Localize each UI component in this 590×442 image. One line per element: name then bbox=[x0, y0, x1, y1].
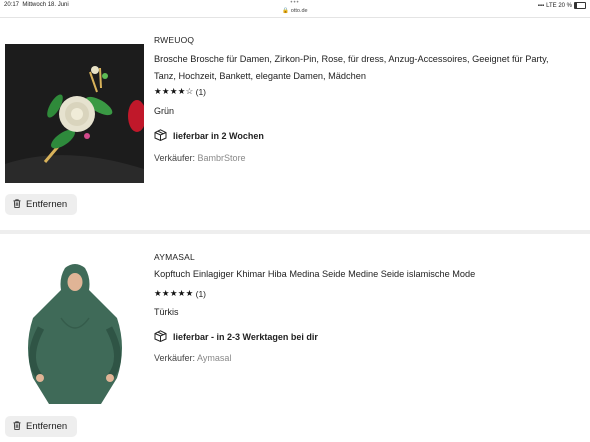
rating-stars: ★★★★☆ bbox=[154, 86, 194, 96]
rating-stars: ★★★★★ bbox=[154, 288, 194, 298]
product-title[interactable]: Brosche Brosche für Damen, Zirkon-Pin, R… bbox=[154, 51, 564, 85]
battery-icon bbox=[574, 2, 586, 9]
product-color: Grün bbox=[154, 106, 175, 116]
remove-label: Entfernen bbox=[26, 421, 68, 432]
review-count: (1) bbox=[195, 86, 206, 97]
remove-button[interactable]: Entfernen bbox=[5, 416, 77, 437]
address-bar[interactable]: 🔒 otto.de bbox=[0, 8, 590, 14]
product-title[interactable]: Kopftuch Einlagiger Khimar Hiba Medina S… bbox=[154, 266, 564, 283]
delivery-text: lieferbar - in 2-3 Werktagen bei dir bbox=[173, 332, 318, 342]
cart-item: AYMASAL Kopftuch Einlagiger Khimar Hiba … bbox=[0, 234, 590, 442]
seller-name[interactable]: Aymasal bbox=[197, 353, 231, 363]
product-color: Türkis bbox=[154, 307, 179, 317]
package-icon bbox=[154, 129, 167, 143]
status-bar: 20:17 Mittwoch 18. Juni ••• 🔒 otto.de ▪▪… bbox=[0, 0, 590, 18]
seller-name[interactable]: BambrStore bbox=[198, 153, 246, 163]
product-image[interactable] bbox=[5, 44, 144, 183]
review-count: (1) bbox=[195, 288, 206, 299]
network-label: LTE 20 % bbox=[546, 2, 572, 9]
trash-icon bbox=[13, 420, 21, 433]
status-indicators: ▪▪▪ LTE 20 % bbox=[538, 2, 586, 9]
seller-info: Verkäufer: Aymasal bbox=[154, 353, 231, 363]
product-brand[interactable]: AYMASAL bbox=[154, 252, 195, 262]
product-brand[interactable]: RWEUOQ bbox=[154, 35, 194, 45]
remove-button[interactable]: Entfernen bbox=[5, 194, 77, 215]
product-rating[interactable]: ★★★★★ (1) bbox=[154, 288, 206, 299]
brooch-image bbox=[5, 44, 144, 183]
remove-label: Entfernen bbox=[26, 199, 68, 210]
product-rating[interactable]: ★★★★☆ (1) bbox=[154, 86, 206, 97]
package-icon bbox=[154, 330, 167, 344]
khimar-image bbox=[5, 258, 144, 406]
seller-label: Verkäufer: bbox=[154, 353, 196, 363]
seller-label: Verkäufer: bbox=[154, 153, 196, 163]
seller-info: Verkäufer: BambrStore bbox=[154, 153, 246, 163]
delivery-info: lieferbar in 2 Wochen bbox=[154, 129, 264, 143]
signal-icon: ▪▪▪ bbox=[537, 2, 545, 9]
multitask-dots[interactable]: ••• bbox=[0, 0, 590, 6]
delivery-text: lieferbar in 2 Wochen bbox=[173, 131, 264, 141]
cart-item: RWEUOQ Brosche Brosche für Damen, Zirkon… bbox=[0, 18, 590, 230]
product-image[interactable] bbox=[5, 258, 144, 406]
trash-icon bbox=[13, 198, 21, 211]
delivery-info: lieferbar - in 2-3 Werktagen bei dir bbox=[154, 330, 318, 344]
